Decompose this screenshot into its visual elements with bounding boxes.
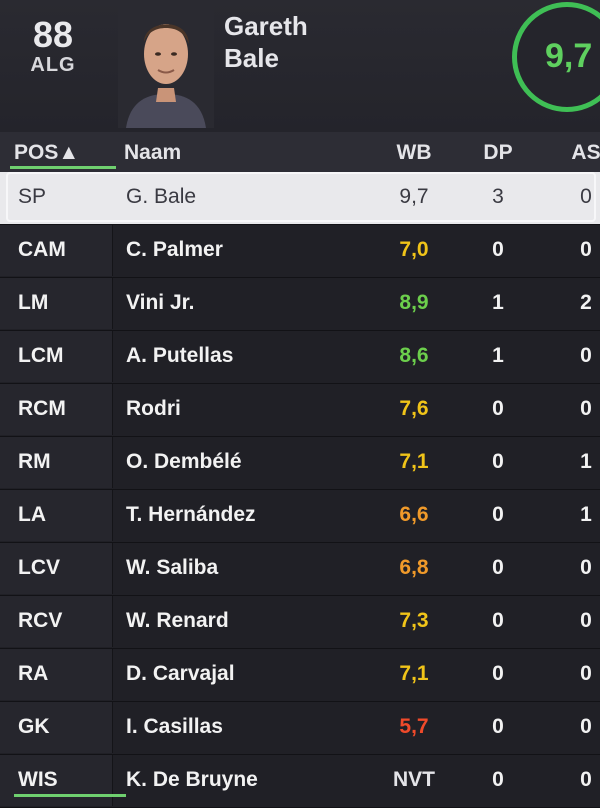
player-name-label: I. Casillas: [126, 715, 223, 738]
player-goals-value: 0: [492, 503, 504, 526]
table-row[interactable]: WIS K. De Bruyne NVT 0 0: [0, 755, 600, 808]
player-position-label: LCM: [18, 344, 64, 367]
position-cell: [0, 490, 113, 541]
player-first-name: Gareth: [224, 11, 308, 41]
position-cell: [0, 278, 113, 329]
overall-rating: 88: [32, 14, 74, 55]
table-row[interactable]: RCV W. Renard 7,3 0 0: [0, 596, 600, 649]
player-portrait: [118, 2, 214, 128]
player-assists-value: 0: [580, 397, 592, 420]
player-goals-value: 3: [492, 185, 504, 208]
player-assists-value: 0: [580, 344, 592, 367]
table-row[interactable]: LCV W. Saliba 6,8 0 0: [0, 543, 600, 596]
player-assists-value: 1: [580, 503, 592, 526]
player-assists-value: 0: [580, 556, 592, 579]
position-cell: [0, 649, 113, 700]
player-position-label: RM: [18, 450, 51, 473]
player-rating-value: 8,9: [399, 291, 429, 314]
player-name-label: G. Bale: [126, 185, 197, 208]
player-header: 88 ALG Gareth Bale 9,7: [0, 0, 600, 132]
player-name-label: C. Palmer: [126, 238, 223, 261]
player-name-label: W. Renard: [126, 609, 229, 632]
player-name-label: W. Saliba: [126, 556, 219, 579]
player-goals-value: 1: [492, 344, 504, 367]
player-goals-value: 0: [492, 715, 504, 738]
player-goals-value: 0: [492, 450, 504, 473]
table-row[interactable]: GK I. Casillas 5,7 0 0: [0, 702, 600, 755]
player-position-label: LM: [18, 291, 49, 314]
match-rating-badge: 9,7: [512, 2, 600, 112]
player-goals-value: 0: [492, 768, 504, 791]
player-assists-value: 0: [580, 662, 592, 685]
table-row[interactable]: RA D. Carvajal 7,1 0 0: [0, 649, 600, 702]
overall-block: 88 ALG: [22, 14, 84, 77]
player-rating-value: 7,1: [399, 662, 429, 685]
table-row[interactable]: CAM C. Palmer 7,0 0 0: [0, 225, 600, 278]
player-position-label: LCV: [18, 556, 60, 579]
table-row[interactable]: LA T. Hernández 6,6 0 1: [0, 490, 600, 543]
position-cell: [0, 172, 113, 223]
player-position-label: WIS: [18, 768, 58, 791]
column-header-pos[interactable]: POS▲: [14, 141, 79, 165]
player-name-label: D. Carvajal: [126, 662, 235, 685]
column-header-dp[interactable]: DP: [478, 141, 518, 165]
player-position-label: LA: [18, 503, 46, 526]
player-assists-value: 0: [580, 609, 592, 632]
player-goals-value: 0: [492, 238, 504, 261]
player-rating-value: 5,7: [399, 715, 429, 738]
player-name-label: Rodri: [126, 397, 181, 420]
player-assists-value: 2: [580, 291, 592, 314]
player-last-name: Bale: [224, 43, 279, 73]
player-position-label: GK: [18, 715, 50, 738]
position-cell: [0, 702, 113, 753]
player-rating-value: 8,6: [399, 344, 429, 367]
player-name-label: K. De Bruyne: [126, 768, 258, 791]
player-name-label: Vini Jr.: [126, 291, 195, 314]
player-rating-value: NVT: [393, 768, 435, 791]
player-rating-value: 7,6: [399, 397, 429, 420]
table-row[interactable]: LM Vini Jr. 8,9 1 2: [0, 278, 600, 331]
player-rating-value: 6,8: [399, 556, 429, 579]
match-rating-value: 9,7: [545, 37, 593, 75]
player-position-label: RA: [18, 662, 49, 685]
table-row[interactable]: SP G. Bale 9,7 3 0: [0, 172, 600, 225]
table-row[interactable]: LCM A. Putellas 8,6 1 0: [0, 331, 600, 384]
player-name-label: T. Hernández: [126, 503, 256, 526]
player-assists-value: 0: [580, 715, 592, 738]
player-name-label: A. Putellas: [126, 344, 234, 367]
avatar: [118, 2, 214, 128]
player-rating-value: 9,7: [399, 185, 429, 208]
player-assists-value: 0: [580, 238, 592, 261]
player-name-label: O. Dembélé: [126, 450, 242, 473]
player-assists-value: 1: [580, 450, 592, 473]
tab-indicator: [14, 794, 126, 797]
player-position-label: SP: [18, 185, 47, 208]
table-row[interactable]: RCM Rodri 7,6 0 0: [0, 384, 600, 437]
player-rating-value: 6,6: [399, 503, 429, 526]
player-goals-value: 0: [492, 609, 504, 632]
player-position-label: CAM: [18, 238, 66, 261]
column-header-wb[interactable]: WB: [392, 141, 436, 165]
player-position: ALG: [30, 54, 76, 76]
player-position-label: RCM: [18, 397, 66, 420]
player-assists-value: 0: [580, 185, 592, 208]
player-rating-value: 7,1: [399, 450, 429, 473]
player-goals-value: 0: [492, 397, 504, 420]
position-cell: [0, 437, 113, 488]
player-goals-value: 0: [492, 662, 504, 685]
player-stats-table: SP G. Bale 9,7 3 0 CAM C. Palmer 7,0 0 0 LM Vini Jr…: [0, 172, 600, 808]
player-goals-value: 1: [492, 291, 504, 314]
player-assists-value: 0: [580, 768, 592, 791]
player-name: Gareth Bale: [224, 10, 308, 74]
player-rating-value: 7,3: [399, 609, 429, 632]
player-goals-value: 0: [492, 556, 504, 579]
player-rating-value: 7,0: [399, 238, 429, 261]
table-row[interactable]: RM O. Dembélé 7,1 0 1: [0, 437, 600, 490]
column-header-name[interactable]: Naam: [124, 141, 181, 165]
column-header-as[interactable]: AS: [566, 141, 600, 165]
player-position-label: RCV: [18, 609, 63, 632]
sort-indicator: [10, 166, 116, 169]
